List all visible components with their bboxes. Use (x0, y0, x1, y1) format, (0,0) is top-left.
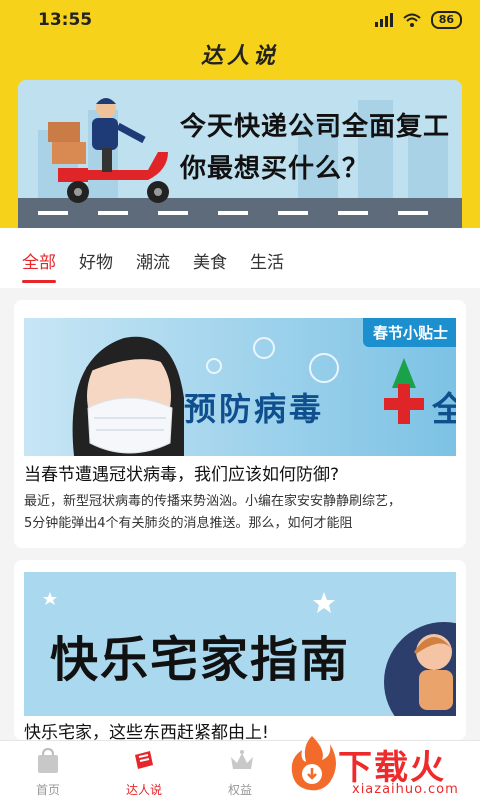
article-description: 最近，新型冠状病毒的传播来势汹汹。小编在家安安静静刷综艺， 5分钟能弹出4个有关… (24, 491, 458, 535)
banner-line1: 今天快递公司全面复工 (180, 112, 451, 142)
description-line1: 最近，新型冠状病毒的传播来势汹汹。小编在家安安静静刷综艺， (24, 494, 402, 509)
nav-benefits-label: 权益 (227, 783, 252, 797)
status-icons: 86 (374, 11, 462, 29)
article-image: 春节小贴士 预防病毒 全 (24, 318, 456, 456)
nav-talent[interactable]: 达人说 (104, 741, 184, 800)
tab-all[interactable]: 全部 (22, 248, 56, 283)
image-headline: 预防病毒 (184, 390, 325, 428)
top-banner[interactable]: 今天快递公司全面复工 你最想买什么？ (18, 80, 462, 228)
banner-line2: 你最想买什么？ (180, 154, 370, 184)
description-line2: 5分钟能弹出4个有关肺炎的消息推送。那么，如何才能阻 (24, 516, 353, 531)
tab-trend[interactable]: 潮流 (136, 248, 170, 281)
article-card[interactable]: 快乐宅家指南 快乐宅家，这些东西赶紧都由上! (14, 560, 466, 740)
article-card[interactable]: 春节小贴士 预防病毒 全 当春节遭遇冠状病毒，我们应该如何防御? 最近，新型冠状… (14, 300, 466, 548)
category-tabs: 全部 好物 潮流 美食 生活 (22, 248, 284, 283)
tab-food[interactable]: 美食 (193, 248, 227, 281)
signal-icon (374, 13, 393, 27)
wifi-icon (403, 13, 421, 27)
status-bar: 13:55 86 (0, 0, 480, 40)
nav-home-label: 首页 (35, 783, 60, 797)
article-title: 当春节遭遇冠状病毒，我们应该如何防御? (24, 465, 340, 485)
image-trailing-text: 全 (432, 390, 456, 430)
bag-icon (38, 747, 58, 773)
app-title: 达人说 (200, 44, 279, 69)
nav-talent-label: 达人说 (125, 783, 162, 797)
image-badge: 春节小贴士 (362, 318, 456, 347)
tab-goods[interactable]: 好物 (79, 248, 113, 281)
article-image: 快乐宅家指南 (24, 572, 456, 716)
ticket-icon (135, 751, 153, 769)
crown-icon (231, 750, 253, 769)
nav-home[interactable]: 首页 (8, 741, 88, 800)
image-headline: 快乐宅家指南 (50, 632, 351, 688)
watermark-url: xiazaihuo.com (352, 782, 459, 797)
battery-indicator: 86 (430, 11, 462, 29)
tab-life[interactable]: 生活 (250, 248, 284, 281)
status-time: 13:55 (38, 10, 93, 30)
article-title: 快乐宅家，这些东西赶紧都由上! (24, 723, 269, 740)
flame-logo-icon (291, 736, 336, 791)
watermark: 下载火 xiazaihuo.com (286, 730, 480, 800)
nav-benefits[interactable]: 权益 (200, 741, 280, 800)
